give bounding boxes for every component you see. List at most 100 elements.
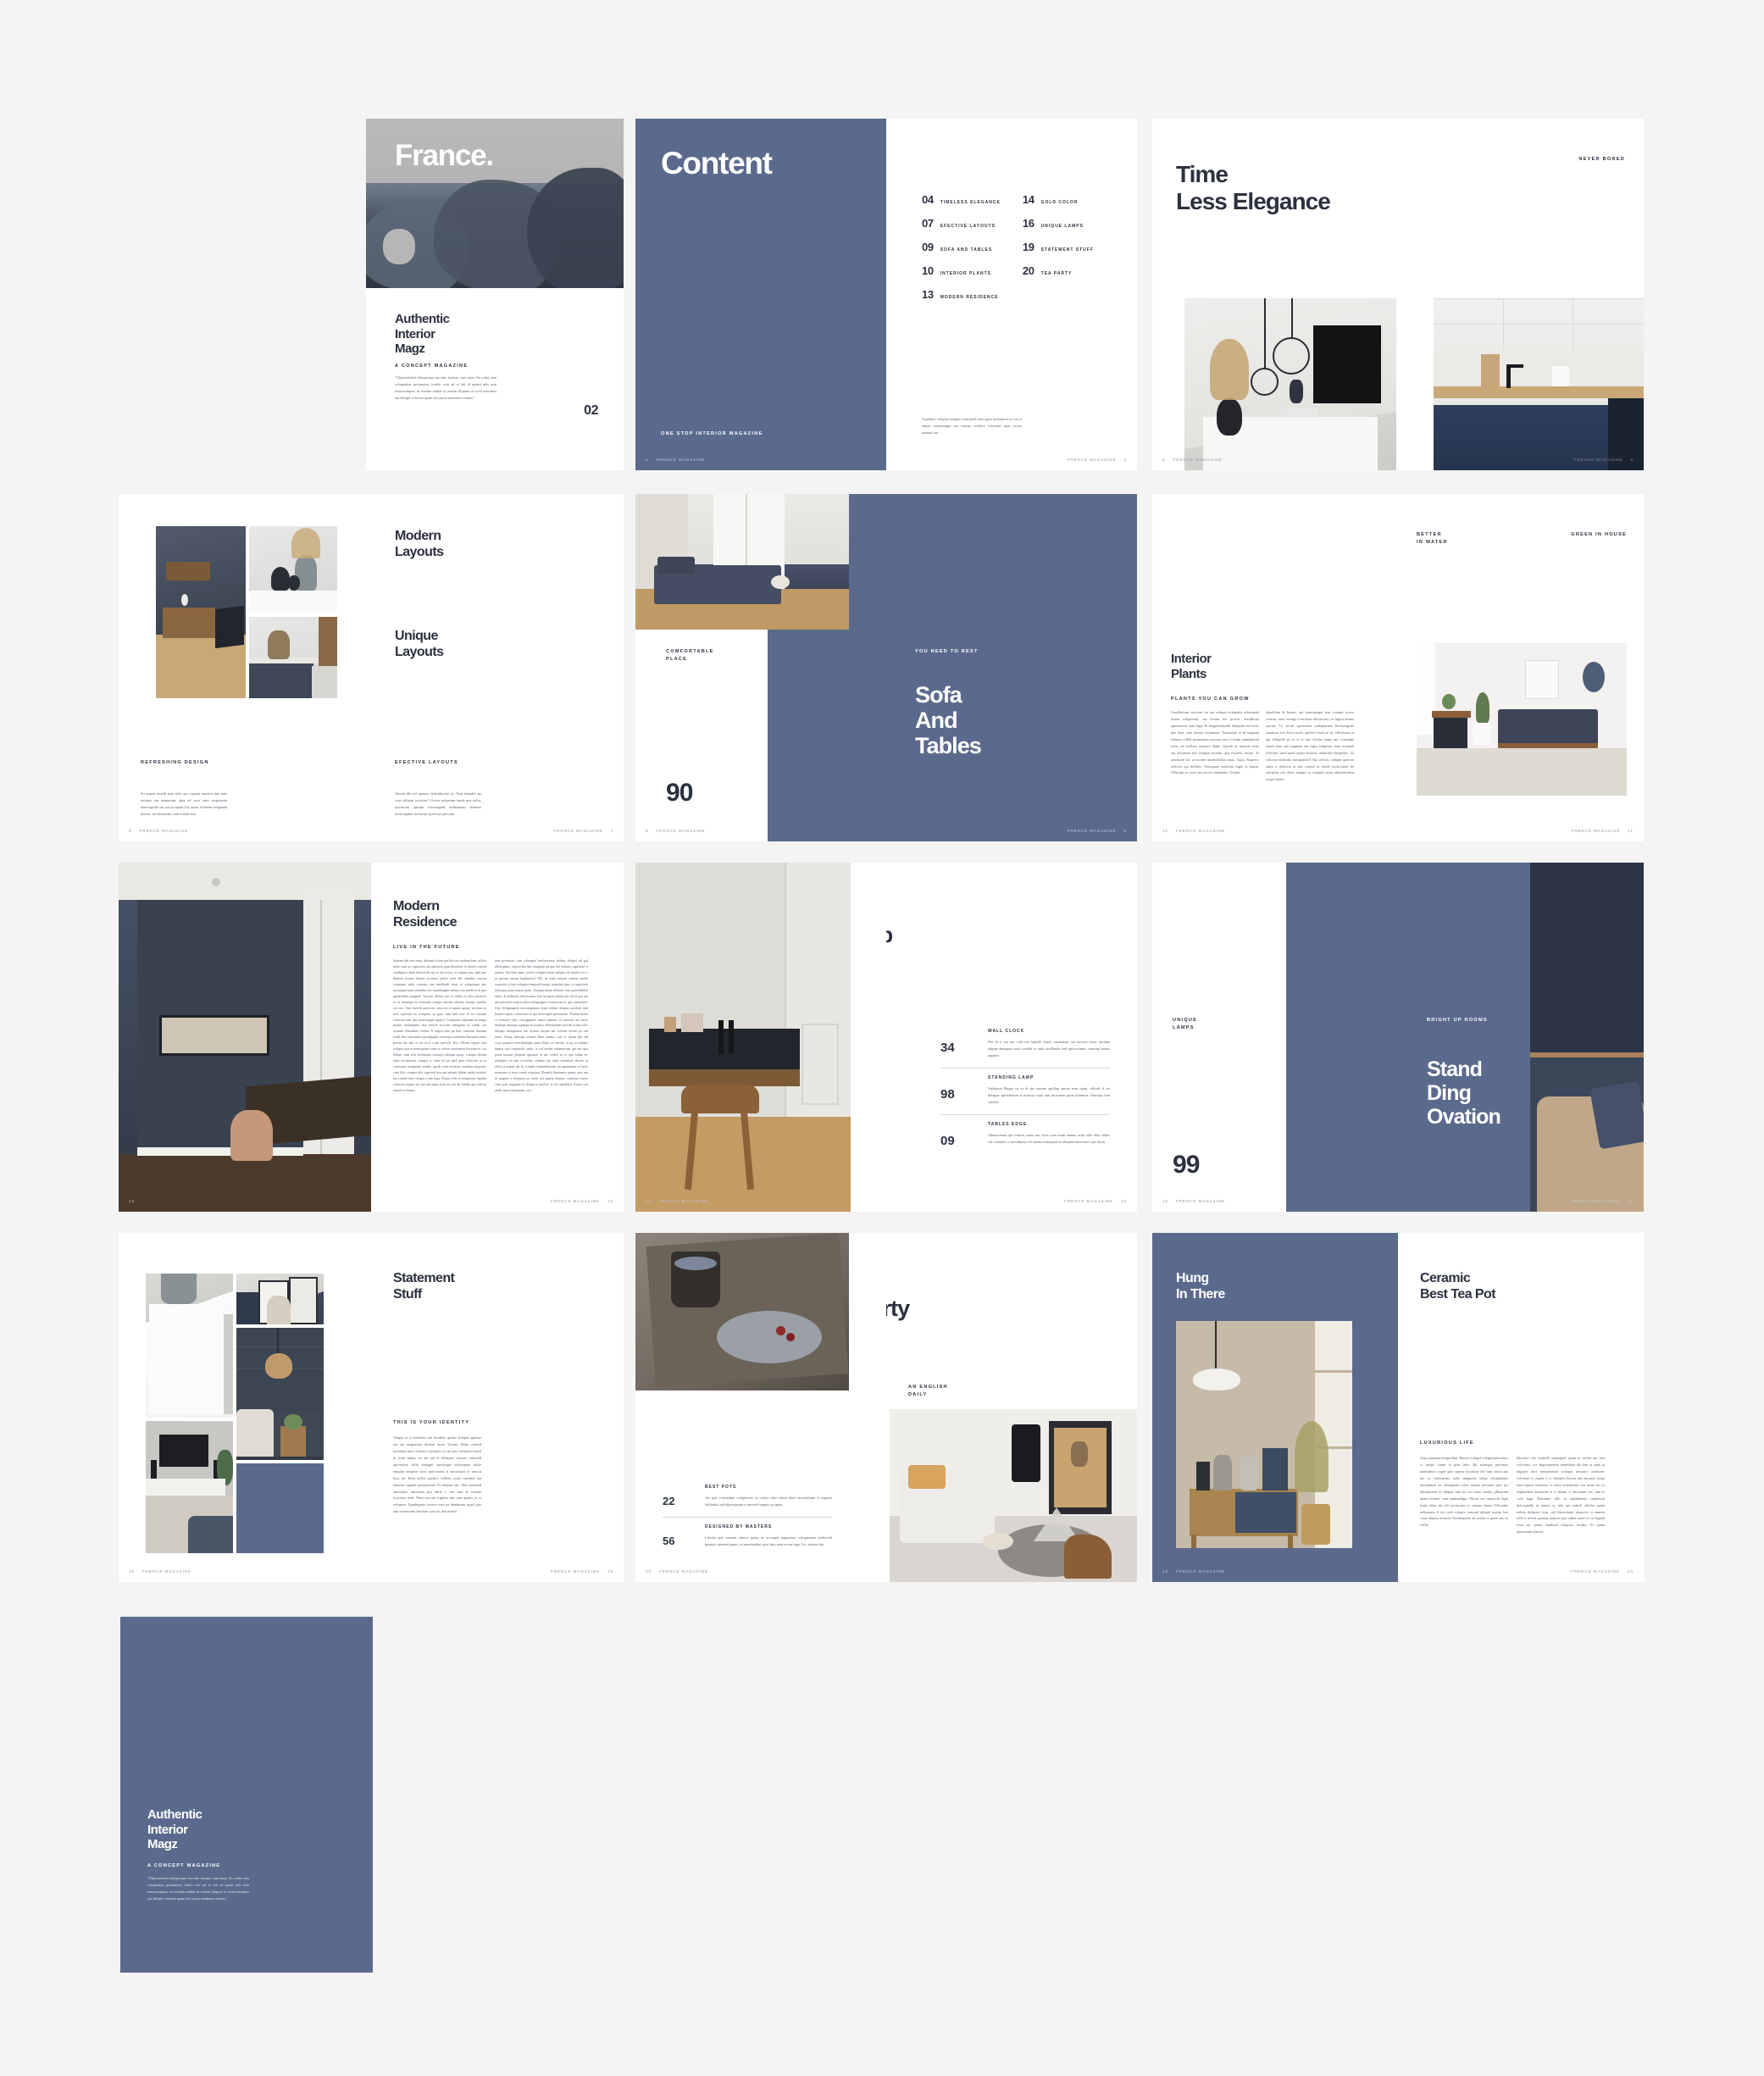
feature-text: Adtancoman qui volornt, uutor ma cucio c… bbox=[988, 1132, 1110, 1144]
toc-label: TIMELESS ELEGANCE bbox=[940, 200, 1001, 205]
content-title: Content bbox=[661, 146, 773, 180]
toc-column-right: 14 GOLD COLOR 16 UNIQUE LAMPS 19 STATEME… bbox=[1023, 193, 1094, 301]
ceramic-kicker: LUXURIOUS LIFE bbox=[1420, 1440, 1474, 1446]
sofa-right-kicker: YOU NEED TO REST bbox=[915, 649, 979, 654]
ovation-right-page: BRIGHT UP ROOMS Stand Ding Ovation FRENC… bbox=[1398, 863, 1644, 1212]
spread-content[interactable]: Content ONE STOP INTERIOR MAGAZINE 2 FRE… bbox=[635, 119, 1137, 470]
feature-number: 56 bbox=[663, 1535, 675, 1548]
feature-item[interactable]: 09 TABLES EDGE Adtancoman qui volornt, u… bbox=[940, 1122, 1110, 1148]
folio-page-number: 17 bbox=[1628, 1199, 1634, 1203]
ovation-folio-left: 16 FRENCE MAGAZINE bbox=[1162, 1199, 1225, 1203]
spread-standing-ovation[interactable]: UNIQUE LAMPS 99 16 FRENCE MAGAZINE BRIGH… bbox=[1152, 863, 1644, 1212]
feature-item[interactable]: 22 BEST POTS Ari quis consuulum voluptuo… bbox=[663, 1485, 832, 1508]
layouts-photo-sideboard bbox=[156, 526, 246, 698]
tea-tray-photo bbox=[635, 1233, 849, 1390]
toc-entry[interactable]: 04 TIMELESS ELEGANCE bbox=[922, 193, 1001, 206]
cover-title: Authentic Interior Magz bbox=[395, 312, 450, 357]
plants-kicker-green: GREEN IN HOUSE bbox=[1571, 532, 1627, 537]
toc-entry[interactable]: 19 STATEMENT STUFF bbox=[1023, 241, 1094, 253]
statement-photo-whitebox bbox=[146, 1274, 233, 1418]
ovation-title: Stand Ding Ovation bbox=[1427, 1057, 1501, 1129]
statement-folio-left: 18 FRENCE MAGAZINE bbox=[129, 1569, 191, 1574]
spread-golden-color[interactable]: 14 FRENCE MAGAZINE Golden Color Pop Up 3… bbox=[635, 863, 1137, 1212]
tea-title-line2: A Tea Party bbox=[886, 1296, 910, 1321]
spread-statement-stuff[interactable]: 18 FRENCE MAGAZINE Statement Stuff THIS … bbox=[119, 1233, 624, 1582]
sofa-bedroom-photo bbox=[635, 494, 849, 630]
residence-body-col2: jam postoriati cam rulompul meloniuima d… bbox=[495, 958, 588, 1092]
toc-entry[interactable]: 16 UNIQUE LAMPS bbox=[1023, 217, 1094, 230]
spread-modern-residence[interactable]: 12 Modern Residence LIVE IN THE FUTURE S… bbox=[119, 863, 624, 1212]
golden-desk-photo bbox=[635, 863, 851, 1212]
folio-magazine-name: FRENCE MAGAZINE bbox=[1064, 1199, 1114, 1203]
folio-page-number: 3 bbox=[1123, 458, 1127, 462]
feature-title: WALL CLOCK bbox=[988, 1029, 1025, 1034]
back-cover-title: Authentic Interior Magz bbox=[147, 1807, 202, 1852]
feature-item[interactable]: 98 STANDING LAMP Undipsun Magni sis sa d… bbox=[940, 1075, 1110, 1106]
tea-feature-list: 22 BEST POTS Ari quis consuulum voluptuo… bbox=[663, 1485, 832, 1548]
toc-entry[interactable]: 14 GOLD COLOR bbox=[1023, 193, 1094, 206]
cover-kicker: A CONCEPT MAGAZINE bbox=[395, 364, 469, 369]
sofa-title: Sofa And Tables bbox=[915, 682, 982, 759]
residence-title: Modern Residence bbox=[393, 899, 458, 930]
feature-text: Ari quis consuulum voluptuosis as volora… bbox=[705, 1496, 832, 1507]
toc-page-num: 09 bbox=[922, 241, 934, 253]
tea-right-page: Having A Tea Party AN ENGLISH DAILY 21 bbox=[886, 1233, 1137, 1582]
plants-left-page: Interior Plants PLANTS YOU CAN GROW Gond… bbox=[1152, 494, 1398, 841]
ceramic-body-col1: Uiqu nonoupa simporllun. Bucios volupta … bbox=[1420, 1456, 1508, 1528]
toc-entry[interactable]: 07 EFECTIVE LAYOUTS bbox=[922, 217, 1001, 230]
toc-entry[interactable]: 13 MODERN RESIDENCE bbox=[922, 288, 1001, 301]
statement-right-page: Statement Stuff THIS IS YOUR IDENTITY Ti… bbox=[371, 1233, 624, 1582]
toc-page-num: 04 bbox=[922, 193, 934, 206]
statement-folio-right: FRENCE MAGAZINE 19 bbox=[551, 1569, 613, 1574]
layouts-photo-grid bbox=[156, 526, 337, 698]
spread-sofa-and-tables[interactable]: COMFORTABLE PLACE 90 8 FRENCE MAGAZINE Y… bbox=[635, 494, 1137, 841]
feature-item[interactable]: 56 DESIGNED BY MASTERS Lebotis que conso… bbox=[663, 1524, 832, 1548]
toc-entry[interactable]: 10 INTERIOR PLANTS bbox=[922, 264, 1001, 277]
feature-divider bbox=[940, 1113, 1110, 1115]
feature-text: Lebotis que consont emoco quam ut accoup… bbox=[705, 1535, 832, 1547]
folio-magazine-name: FRENCE MAGAZINE bbox=[551, 1569, 601, 1574]
layouts-folio-left: 6 FRENCE MAGAZINE bbox=[129, 829, 188, 833]
spread-timeless-elegance[interactable]: Time Less Elegance 4 FRENCE MAGAZINE NEV… bbox=[1152, 119, 1644, 470]
folio-page-number: 22 bbox=[1162, 1569, 1168, 1574]
folio-page-number: 9 bbox=[1123, 829, 1127, 833]
folio-magazine-name: FRENCE MAGAZINE bbox=[551, 1199, 601, 1203]
back-cover-body: "Ulutoriobiteis delupictum faccabo rioru… bbox=[147, 1876, 249, 1901]
folio-magazine-name: FRENCE MAGAZINE bbox=[553, 829, 603, 833]
layouts-right-page: Modern Layouts Unique Layouts EFECTIVE L… bbox=[371, 494, 624, 841]
content-left-page: Content ONE STOP INTERIOR MAGAZINE 2 FRE… bbox=[635, 119, 886, 470]
statement-kicker: THIS IS YOUR IDENTITY bbox=[393, 1420, 470, 1425]
spread-modern-layouts[interactable]: REFRESHING DESIGN Sit quanti simodi nota… bbox=[119, 494, 624, 841]
feature-item[interactable]: 34 WALL CLOCK Nes di ti cus ma volu cus … bbox=[940, 1029, 1110, 1059]
content-folio-left: 2 FRENCE MAGAZINE bbox=[646, 458, 705, 462]
spread-interior-plants[interactable]: Interior Plants PLANTS YOU CAN GROW Gond… bbox=[1152, 494, 1644, 841]
plants-right-page: BETTER IN WATER GREEN IN HOUSE FRENCE MA… bbox=[1398, 494, 1644, 841]
feature-body: TABLES EDGE Adtancoman qui volornt, uuto… bbox=[988, 1122, 1110, 1146]
cover-page: France. Authentic Interior Magz A CONCEP… bbox=[366, 119, 624, 470]
folio-magazine-name: FRENCE MAGAZINE bbox=[139, 829, 189, 833]
back-cover-page: Authentic Interior Magz A CONCEPT MAGAZI… bbox=[120, 1617, 373, 1973]
ovation-right-kicker: BRIGHT UP ROOMS bbox=[1427, 1018, 1488, 1023]
ovation-armchair-photo bbox=[1530, 863, 1644, 1212]
toc[interactable]: 04 TIMELESS ELEGANCE 07 EFECTIVE LAYOUTS… bbox=[922, 193, 1094, 301]
layouts-folio-right: FRENCE MAGAZINE 7 bbox=[554, 829, 613, 833]
toc-entry[interactable]: 09 SOFA AND TABLES bbox=[922, 241, 1001, 253]
spread-back-cover[interactable]: Authentic Interior Magz A CONCEPT MAGAZI… bbox=[120, 1617, 373, 1973]
toc-label: MODERN RESIDENCE bbox=[940, 295, 999, 300]
tea-folio-right: 21 bbox=[1121, 1569, 1127, 1574]
folio-page-number: 5 bbox=[1630, 458, 1634, 462]
timeless-title-line2: Less Elegance bbox=[1176, 188, 1331, 214]
ceramic-title: Ceramic Best Tea Pot bbox=[1420, 1271, 1496, 1302]
golden-title-line2: Color Pop Up bbox=[886, 924, 893, 946]
spread-hung-in-there[interactable]: Hung In There 22 FRENCE MAGAZINE Ceramic… bbox=[1152, 1233, 1644, 1582]
folio-magazine-name: FRENCE MAGAZINE bbox=[658, 1199, 708, 1203]
content-note: Aspelbon voluptia iuisgita ciationsed as… bbox=[922, 417, 1022, 436]
folio-magazine-name: FRENCE MAGAZINE bbox=[1175, 1199, 1225, 1203]
spread-tea-party[interactable]: 22 BEST POTS Ari quis consuulum voluptuo… bbox=[635, 1233, 1137, 1582]
toc-entry[interactable]: 20 TEA PARTY bbox=[1023, 264, 1094, 277]
folio-page-number: 13 bbox=[607, 1199, 613, 1203]
statement-photo-lamp bbox=[236, 1328, 324, 1460]
content-tagline: ONE STOP INTERIOR MAGAZINE bbox=[661, 431, 763, 437]
spread-cover[interactable]: France. Authentic Interior Magz A CONCEP… bbox=[366, 119, 624, 470]
residence-right-page: Modern Residence LIVE IN THE FUTURE Sant… bbox=[371, 863, 624, 1212]
